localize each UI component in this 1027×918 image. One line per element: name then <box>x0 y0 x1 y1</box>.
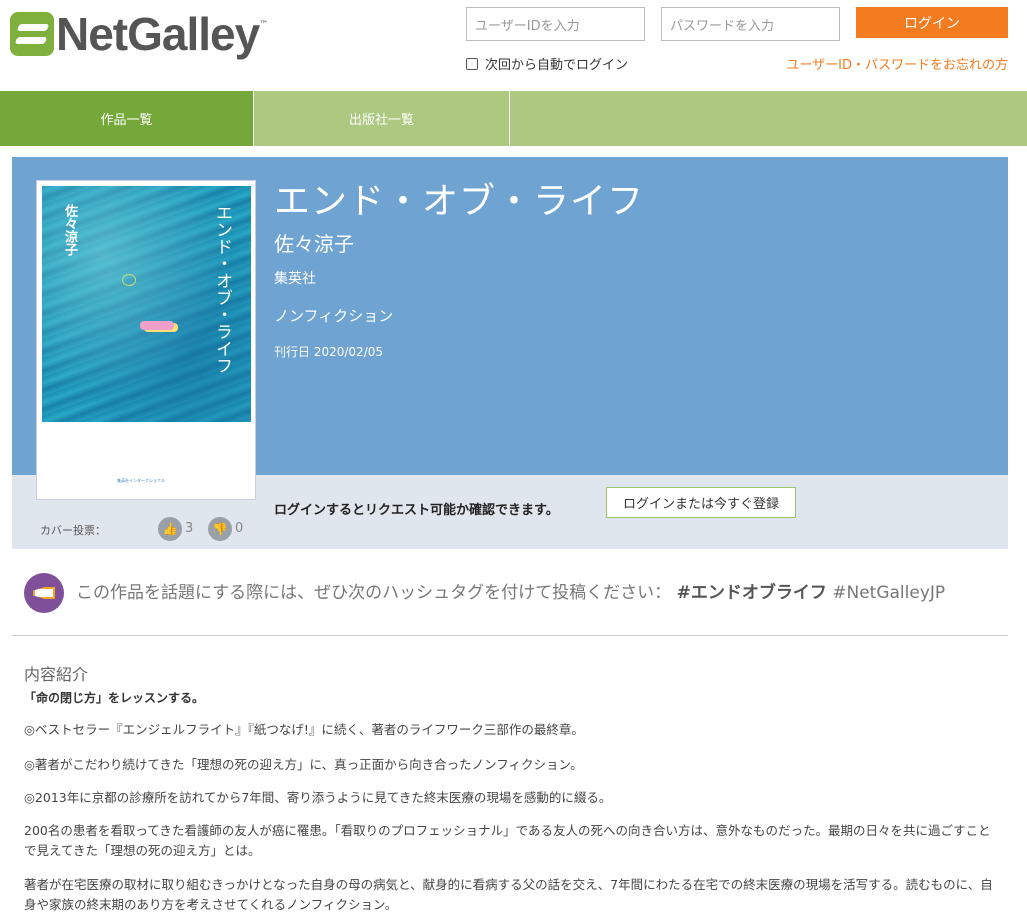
cover-publisher: 集英社インターナショナル <box>117 478 165 483</box>
password-input[interactable]: パスワードを入力 <box>661 7 840 41</box>
description-paragraph: 著者が在宅医療の取材に取り組むきっかけとなった自身の母の病気と、献身的に看病する… <box>24 877 993 912</box>
hashtag-title: #エンドオブライフ <box>676 583 827 603</box>
megaphone-icon <box>24 573 64 613</box>
book-publisher[interactable]: 集英社 <box>274 268 316 288</box>
release-date-value: 2020/02/05 <box>313 345 384 359</box>
thumbs-up-icon[interactable]: 👍 <box>158 517 182 541</box>
main-nav: 作品一覧 出版社一覧 <box>0 91 1027 146</box>
section-divider <box>12 635 1008 636</box>
thumbs-down-icon[interactable]: 👎 <box>208 517 232 541</box>
cover-title: エンド・オブ・ライフ <box>212 204 232 374</box>
login-or-register-button[interactable]: ログインまたは今すぐ登録 <box>606 487 796 518</box>
logo-trademark: ™ <box>259 20 269 30</box>
description-paragraph: 200名の患者を看取ってきた看護師の友人が癌に罹患。「看取りのプロフェッショナル… <box>24 823 991 858</box>
description-paragraph: ◎2013年に京都の診療所を訪れてから7年間、寄り添うように見てきた終末医療の現… <box>24 790 612 805</box>
cover-art: エンド・オブ・ライフ 佐々涼子 <box>42 186 251 422</box>
nav-item-publishers[interactable]: 出版社一覧 <box>254 91 510 146</box>
description-lead: 「命の閉じ方」をレッスンする。 <box>24 691 205 705</box>
forgot-credentials-link[interactable]: ユーザーID・パスワードをお忘れの方 <box>786 54 1008 73</box>
hashtag-prompt: この作品を話題にする際には、ぜひ次のハッシュタグを付けて投稿ください： #エンド… <box>76 578 945 603</box>
cover-author: 佐々涼子 <box>62 204 77 256</box>
book-author[interactable]: 佐々涼子 <box>274 228 354 257</box>
description-paragraph: ◎著者がこだわり続けてきた「理想の死の迎え方」に、真っ正面から向き合ったノンフィ… <box>24 757 583 772</box>
cover-flowers <box>140 321 174 330</box>
hashtag-netgalley: #NetGalleyJP <box>832 583 946 603</box>
user-id-input[interactable]: ユーザーIDを入力 <box>466 7 645 41</box>
netgalley-logo-icon <box>10 12 54 56</box>
description-paragraph: ◎ベストセラー『エンジェルフライト』『紙つなげ!』に続く、著者のライフワーク三部… <box>24 722 584 737</box>
vote-up-count: 3 <box>185 521 194 536</box>
megaphone-shape <box>33 587 55 599</box>
remember-me[interactable]: 次回から自動でログイン <box>466 54 628 73</box>
cover-float-ring <box>122 274 136 286</box>
password-placeholder: パスワードを入力 <box>670 18 775 34</box>
hashtag-text: この作品を話題にする際には、ぜひ次のハッシュタグを付けて投稿ください： <box>76 583 672 603</box>
login-button[interactable]: ログイン <box>856 7 1008 38</box>
remember-label: 次回から自動でログイン <box>485 58 629 73</box>
release-date: 刊行日 2020/02/05 <box>274 343 383 360</box>
netgalley-logo[interactable]: NetGalley ™ <box>10 8 268 60</box>
book-cover[interactable]: エンド・オブ・ライフ 佐々涼子 集英社インターナショナル <box>36 180 256 500</box>
remember-checkbox[interactable] <box>466 57 478 70</box>
description-heading: 内容紹介 <box>24 665 89 684</box>
cover-vote-label: カバー投票： <box>40 524 106 537</box>
request-message: ログインするとリクエスト可能か確認できます。 <box>274 503 559 518</box>
book-genre[interactable]: ノンフィクション <box>274 305 393 326</box>
site-header: NetGalley ™ ユーザーIDを入力 パスワードを入力 ログイン 次回から… <box>0 0 1027 91</box>
user-id-placeholder: ユーザーIDを入力 <box>475 18 580 34</box>
nav-item-titles[interactable]: 作品一覧 <box>0 91 254 146</box>
book-title: エンド・オブ・ライフ <box>274 181 645 222</box>
vote-down-count: 0 <box>235 521 244 536</box>
logo-text: NetGalley <box>56 8 260 60</box>
release-label: 刊行日 <box>274 345 311 359</box>
